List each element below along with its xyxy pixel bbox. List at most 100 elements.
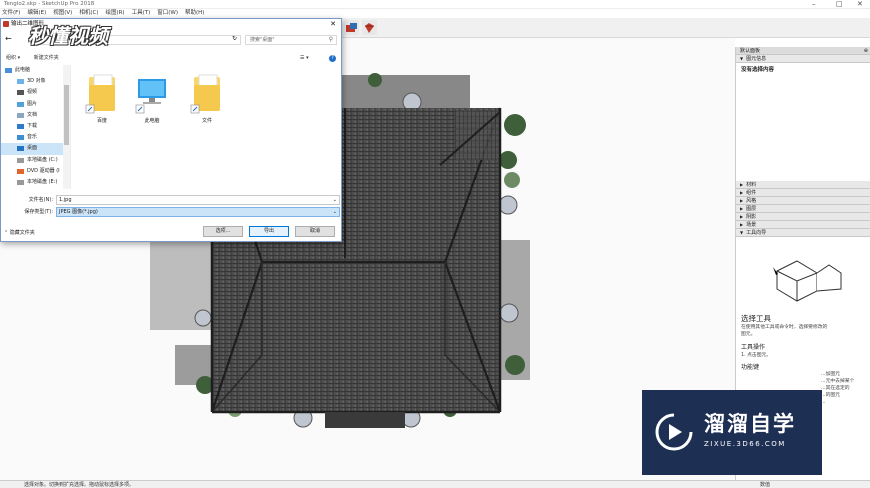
tree-item-pictures[interactable]: 图片 [1, 99, 70, 110]
filetype-label: 保存类型(T): [24, 209, 53, 215]
tree-item-documents[interactable]: 文档 [1, 110, 70, 121]
menu-edit[interactable]: 编辑(E) [27, 10, 46, 16]
menu-view[interactable]: 视图(V) [53, 10, 72, 16]
organize-button[interactable]: 组织 ▾ [6, 55, 20, 61]
no-selection-label: 没有选择内容 [741, 67, 775, 73]
menu-window[interactable]: 窗口(W) [157, 10, 178, 16]
tree-scrollbar[interactable] [63, 65, 70, 189]
tree-item-videos[interactable]: 视频 [1, 87, 70, 98]
back-arrow-icon[interactable]: ← [5, 34, 12, 43]
options-button[interactable]: 选项... [203, 226, 243, 237]
extension-warehouse-icon[interactable] [344, 20, 359, 35]
dialog-close-icon[interactable]: ✕ [325, 19, 341, 29]
desktop-icon [17, 146, 24, 152]
computer-icon [5, 68, 12, 73]
export-button[interactable]: 导出 [249, 226, 289, 237]
tray-title: 默认面板 [740, 48, 761, 54]
expand-arrow-icon: ▶ [740, 190, 744, 195]
brand-name: 溜溜自学 [704, 412, 796, 436]
menu-draw[interactable]: 绘图(R) [105, 10, 124, 16]
menu-file[interactable]: 文件(F) [0, 10, 20, 16]
tray-title-bar: 默认面板 ⊕ [736, 47, 870, 55]
tray-section-entity-info[interactable]: ▼ 图元信息 [736, 55, 870, 63]
function-keys-list: ...加图元 ...元中去掉某个 ...其在选定的 ...的图元 ... [821, 372, 855, 405]
chevron-down-icon[interactable]: ⌄ [333, 196, 337, 204]
menu-camera[interactable]: 相机(C) [79, 10, 98, 16]
view-options-icon[interactable]: ☰ ▾ [300, 52, 309, 64]
tree-item-local-disk-c[interactable]: 本地磁盘 (C:) [1, 155, 70, 166]
tree-item-local-disk-e[interactable]: 本地磁盘 (E:) [1, 177, 70, 188]
hide-folders-toggle[interactable]: ⌃ 隐藏文件夹 [4, 229, 35, 236]
play-logo-icon [655, 413, 693, 451]
help-icon[interactable]: ? [329, 55, 336, 62]
tray-section-materials[interactable]: ▶ 材料 [736, 181, 870, 189]
refresh-icon[interactable]: ↻ [232, 35, 237, 42]
download-icon [17, 123, 24, 129]
tool-description: 在使用其他工具或命令时，选择要修改的图元。 [741, 325, 828, 337]
expand-arrow-icon: ▶ [740, 198, 744, 203]
expand-arrow-icon: ▶ [740, 182, 744, 187]
tray-section-styles[interactable]: ▶ 风格 [736, 197, 870, 205]
navigation-tree: 此电脑 3D 对象 视频 图片 文档 下载 音乐 桌面 本地磁盘 (C:) DV… [1, 65, 71, 189]
brand-watermark: 溜溜自学 ZIXUE.3D66.COM [642, 390, 822, 475]
expand-arrow-icon: ▶ [740, 222, 744, 227]
brand-url: ZIXUE.3D66.COM [704, 440, 786, 448]
drive-icon [17, 179, 24, 185]
tree-item-3d-objects[interactable]: 3D 对象 [1, 76, 70, 87]
tree-item-downloads[interactable]: 下载 [1, 121, 70, 132]
logo-text: 秒懂视频 [28, 24, 108, 48]
status-text: 选择对象。切换到扩充选择。拖动鼠标选择多项。 [24, 482, 135, 488]
menu-tools[interactable]: 工具(T) [132, 10, 151, 16]
select-tool-illustration [773, 260, 842, 302]
menu-bar: 文件(F) 编辑(E) 视图(V) 相机(C) 绘图(R) 工具(T) 窗口(W) 帮助(H) [0, 9, 870, 18]
operation-title: 工具操作 [741, 344, 766, 351]
drive-icon [17, 157, 24, 163]
music-icon [17, 135, 24, 141]
tray-section-scenes[interactable]: ▶ 场景 [736, 221, 870, 229]
collapse-arrow-icon: ▼ [740, 56, 744, 61]
file-list: 百度 此电脑 文件 [73, 65, 339, 189]
folder-icon [85, 74, 115, 114]
chevron-down-icon[interactable]: ⌄ [333, 208, 337, 216]
video-logo: 秒懂视频 [28, 20, 188, 60]
picture-icon [17, 101, 24, 107]
file-item[interactable]: 文件 [185, 71, 229, 124]
ruby-console-icon[interactable] [362, 20, 377, 35]
cube-icon [17, 79, 24, 85]
tray-section-shadows[interactable]: ▶ 阴影 [736, 213, 870, 221]
collapse-arrow-icon: ▼ [740, 230, 744, 235]
expand-arrow-icon: ▶ [740, 214, 744, 219]
filetype-select[interactable]: JPEG 图像(*.jpg) ⌄ [56, 207, 340, 217]
close-icon[interactable]: ✕ [857, 0, 863, 9]
file-item[interactable]: 此电脑 [130, 71, 174, 124]
pin-icon[interactable]: ⊕ [864, 47, 868, 55]
tray-section-instructor[interactable]: ▼ 工具向导 [736, 229, 870, 237]
tree-item-music[interactable]: 音乐 [1, 132, 70, 143]
cancel-button[interactable]: 取消 [295, 226, 335, 237]
folder-icon [190, 74, 220, 114]
video-icon [17, 90, 24, 96]
tree-item-dvd-drive[interactable]: DVD 驱动器 (I [1, 166, 70, 177]
file-item[interactable]: 百度 [80, 71, 124, 124]
chevron-up-icon: ⌃ [4, 230, 9, 236]
operation-description: 1. 点击图元。 [741, 353, 772, 358]
minimize-icon[interactable]: – [812, 0, 816, 9]
document-icon [17, 112, 24, 118]
sketchup-logo-icon [3, 21, 9, 27]
dvd-icon [17, 168, 24, 174]
tree-item-this-pc[interactable]: 此电脑 [1, 65, 70, 76]
filename-input[interactable]: 1.jpg ⌄ [56, 195, 340, 205]
window-title-bar: Tenglo2.skp - SketchUp Pro 2018 – □ ✕ [0, 0, 870, 9]
scrollbar-thumb[interactable] [64, 85, 69, 145]
measurements-label: 数值 [760, 482, 771, 488]
tree-item-desktop[interactable]: 桌面 [1, 143, 70, 155]
tray-section-layers[interactable]: ▶ 图层 [736, 205, 870, 213]
expand-arrow-icon: ▶ [740, 206, 744, 211]
search-icon: ⚲ [328, 36, 333, 43]
maximize-icon[interactable]: □ [836, 0, 843, 9]
menu-help[interactable]: 帮助(H) [185, 10, 204, 16]
search-input[interactable]: 搜索"桌面" ⚲ [245, 35, 337, 45]
instructor-panel: 选择工具 在使用其他工具或命令时，选择要修改的图元。 工具操作 1. 点击图元。… [736, 237, 870, 406]
window-title: Tenglo2.skp - SketchUp Pro 2018 [4, 1, 95, 7]
tray-section-components[interactable]: ▶ 组件 [736, 189, 870, 197]
